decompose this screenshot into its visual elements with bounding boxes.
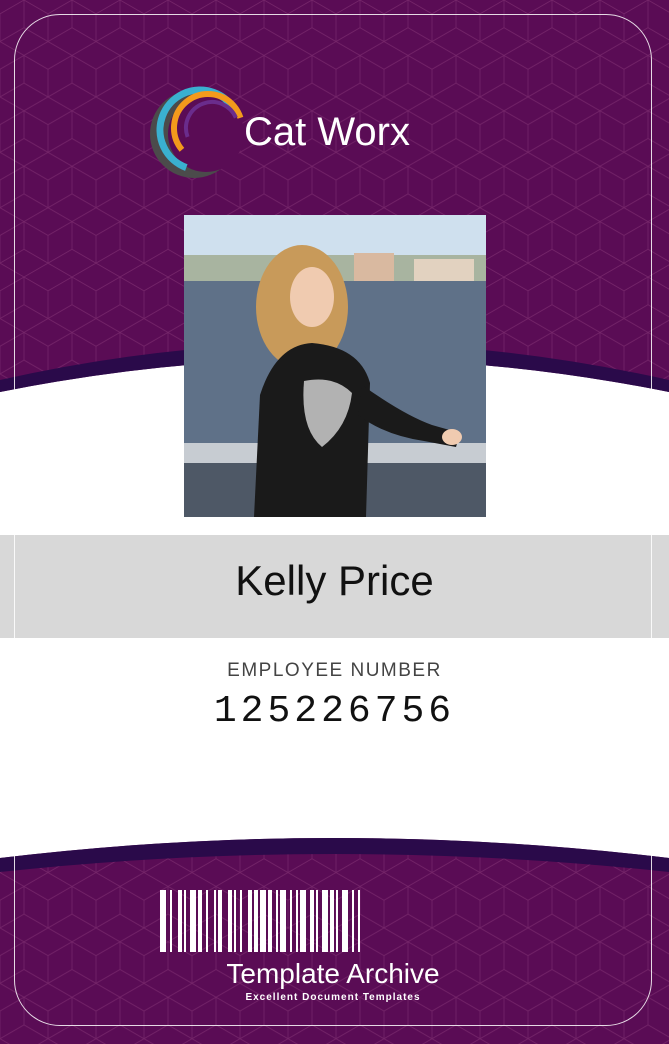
- footer-brand: Template Archive: [226, 958, 440, 989]
- employee-photo: [184, 215, 486, 517]
- company-name: Cat Worx: [244, 110, 410, 154]
- card-background: [0, 0, 669, 1044]
- footer-tagline: Excellent Document Templates: [245, 992, 421, 1003]
- employee-number: 125226756: [213, 690, 456, 733]
- employee-number-label: EMPLOYEE NUMBER: [227, 660, 442, 681]
- employee-name: Kelly Price: [235, 557, 434, 604]
- barcode-icon: [160, 890, 360, 952]
- cat-worx-logo-icon: [150, 86, 244, 178]
